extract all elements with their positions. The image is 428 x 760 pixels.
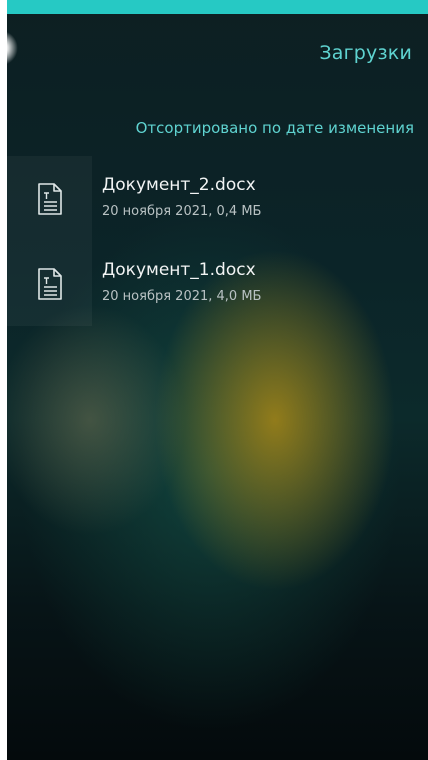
- pulley-glow: [0, 30, 18, 66]
- document-text-icon: [37, 267, 63, 300]
- left-edge-highlight: [0, 0, 7, 760]
- file-item[interactable]: Документ_1.docx 20 ноября 2021, 4,0 МБ: [7, 241, 428, 326]
- file-name: Документ_1.docx: [102, 260, 256, 280]
- file-name: Документ_2.docx: [102, 175, 256, 195]
- file-meta: 20 ноября 2021, 0,4 МБ: [102, 204, 262, 219]
- file-icon-cell: [7, 156, 92, 241]
- page-title: Загрузки: [319, 42, 412, 64]
- file-list: Документ_2.docx 20 ноября 2021, 0,4 МБ Д…: [7, 156, 428, 326]
- downloads-screen: Загрузки Отсортировано по дате изменения…: [0, 0, 428, 760]
- file-meta: 20 ноября 2021, 4,0 МБ: [102, 289, 262, 304]
- sort-order-label: Отсортировано по дате изменения: [135, 119, 414, 137]
- top-accent-bar: [7, 0, 428, 14]
- document-text-icon: [37, 182, 63, 215]
- file-item[interactable]: Документ_2.docx 20 ноября 2021, 0,4 МБ: [7, 156, 428, 241]
- file-icon-cell: [7, 241, 92, 326]
